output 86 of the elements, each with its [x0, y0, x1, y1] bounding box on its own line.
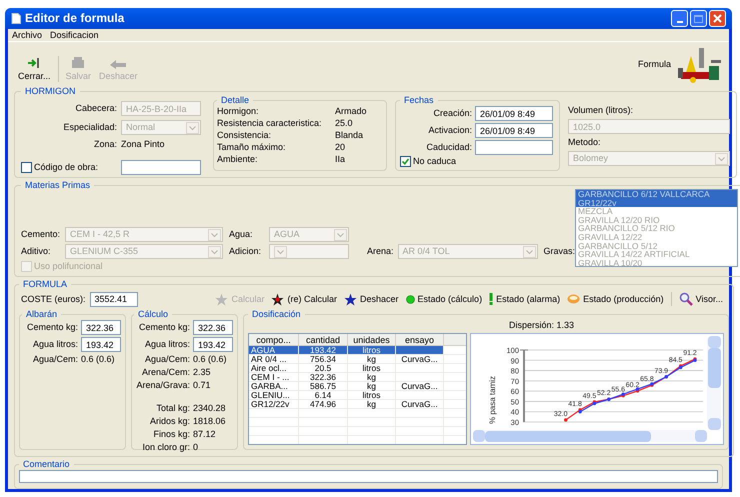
- field-label: Agua:: [229, 229, 254, 240]
- table-cell: GARBA...: [249, 382, 299, 390]
- field-label: Arena:: [367, 246, 394, 257]
- field-label: Especialidad:: [62, 122, 117, 133]
- field-label: Gravas:: [544, 246, 576, 257]
- field-label: Arena/Grava:: [135, 380, 190, 391]
- field-label: Cemento kg:: [138, 322, 190, 333]
- panel-title: Fechas: [403, 95, 435, 106]
- field-label: Resistencia caracteristica:: [217, 118, 323, 129]
- table-cell: AGUA: [249, 346, 299, 354]
- panel-title: HORMIGON: [24, 86, 76, 97]
- field-label: Agua/Cem:: [32, 354, 78, 365]
- field-label: Agua litros:: [144, 339, 190, 350]
- field-label: Finos kg:: [152, 429, 190, 440]
- table-cell: CurvaG...: [396, 355, 444, 363]
- field-value: 0.6 (0.6): [81, 354, 116, 365]
- field-label: Aridos kg:: [148, 416, 190, 427]
- table-cell: kg: [348, 373, 396, 381]
- table-cell: Aire ocl...: [249, 364, 299, 372]
- field-value: Armado: [335, 106, 368, 117]
- field-label: No caduca: [413, 156, 456, 167]
- table-cell: GR12/22v: [249, 400, 299, 408]
- field-label: Caducidad:: [425, 142, 472, 153]
- panel-title: Albarán: [25, 309, 58, 320]
- table-cell: 756.34: [299, 355, 348, 363]
- window-title: Editor de formula: [25, 13, 124, 24]
- table-cell: CurvaG...: [396, 400, 444, 408]
- field-label: Ambiente:: [217, 154, 259, 165]
- field-value: 2.35: [193, 367, 212, 378]
- field-label: Uso polifuncional: [34, 261, 103, 272]
- field-value: 0.6 (0.6): [193, 354, 228, 365]
- table-cell: 6.14: [299, 391, 348, 399]
- field-label: COSTE (euros):: [21, 294, 86, 304]
- field-label: Consistencia:: [217, 130, 272, 141]
- axis-title: % pasa tamiz: [488, 376, 497, 424]
- field-value: 0: [193, 442, 200, 453]
- panel-title: Detalle: [220, 95, 250, 106]
- caption-text: Formula: [638, 59, 671, 70]
- field-value: 1818.06: [193, 416, 227, 427]
- table-cell: AR 0/4 ...: [249, 355, 299, 363]
- table-cell: litros: [348, 391, 396, 399]
- field-value: IIa: [335, 154, 346, 165]
- table-cell: kg: [348, 382, 396, 390]
- field-value: 0.71: [193, 380, 212, 391]
- field-label: Metodo:: [568, 137, 602, 148]
- table-cell: 193.42: [299, 346, 348, 354]
- field-label: Activacion:: [427, 125, 472, 136]
- panel-title: Comentario: [22, 459, 71, 470]
- field-label: Creación:: [432, 108, 472, 119]
- table-cell: 474.96: [299, 400, 348, 408]
- field-label: Cemento kg:: [26, 322, 78, 333]
- panel-title: FORMULA: [22, 279, 68, 290]
- field-label: Arena/Cem:: [140, 367, 190, 378]
- table-cell: kg: [348, 355, 396, 363]
- panel-title: Cálculo: [137, 309, 170, 320]
- table-cell: GLENIU...: [249, 391, 299, 399]
- field-label: Zona:: [92, 139, 117, 150]
- field-value: 20: [335, 142, 346, 153]
- field-label: Agua/Cem:: [144, 354, 190, 365]
- field-value: 25.0: [335, 118, 354, 129]
- table-cell: CEM I - ...: [249, 373, 299, 381]
- field-label: Volumen (litros):: [568, 105, 634, 116]
- field-label: Hormigon:: [217, 106, 260, 117]
- table-cell: 322.36: [299, 373, 348, 381]
- table-cell: 20.5: [299, 364, 348, 372]
- table-cell: CurvaG...: [396, 382, 444, 390]
- field-label: Adicion:: [229, 246, 262, 257]
- panel-title: Materias Primas: [24, 180, 92, 191]
- field-value: 87.12: [193, 429, 217, 440]
- table-cell: kg: [348, 400, 396, 408]
- field-label: Cemento:: [21, 229, 61, 240]
- table-cell: litros: [348, 346, 396, 354]
- field-value: Zona Pinto: [121, 139, 166, 150]
- field-value: 2340.28: [193, 403, 227, 414]
- panel-title: Dosificación: [251, 309, 302, 320]
- field-label: Total kg:: [155, 403, 190, 414]
- field-value: Blanda: [335, 130, 364, 141]
- field-value: Dispersión: 1.33: [508, 320, 574, 332]
- table-cell: litros: [348, 364, 396, 372]
- field-label: Ion cloro gr:: [141, 442, 190, 453]
- field-label: Aditivo:: [21, 246, 52, 257]
- field-label: Tamaño máximo:: [217, 142, 287, 153]
- table-cell: 586.75: [299, 382, 348, 390]
- field-label: Agua litros:: [32, 339, 78, 350]
- field-label: Cabecera:: [74, 103, 117, 114]
- field-label: Código de obra:: [34, 162, 98, 173]
